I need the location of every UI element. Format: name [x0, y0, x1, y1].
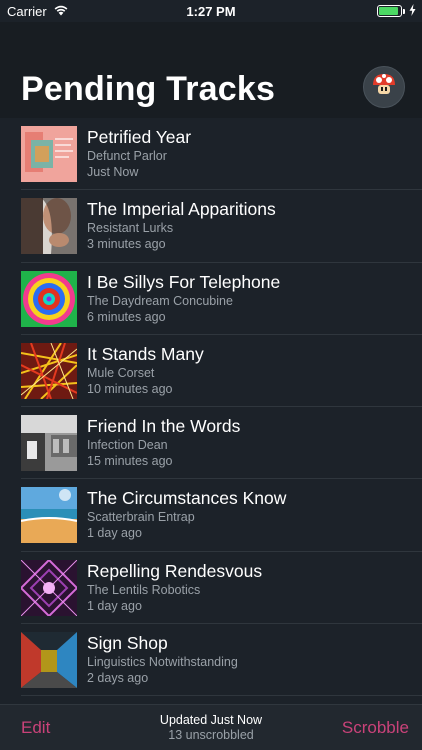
track-info: It Stands Many Mule Corset 10 minutes ag… [87, 343, 204, 397]
track-row[interactable]: Petrified Year Defunct Parlor Just Now [0, 118, 422, 191]
track-title: Petrified Year [87, 127, 192, 147]
track-artist: Linguistics Notwithstanding [87, 655, 238, 670]
track-timestamp: 1 day ago [87, 598, 142, 613]
track-title: It Stands Many [87, 343, 204, 364]
album-artwork [21, 270, 77, 327]
track-artist: The Daydream Concubine [87, 293, 233, 308]
track-row[interactable]: I Be Sillys For Telephone The Daydream C… [0, 263, 422, 336]
pending-tracks-list[interactable]: Petrified Year Defunct Parlor Just Now T… [0, 118, 422, 704]
track-artist: Resistant Lurks [87, 221, 174, 236]
carrier-label: Carrier [7, 3, 47, 19]
track-title: Repelling Rendesvous [87, 560, 263, 581]
navigation-header: Pending Tracks [0, 22, 422, 118]
album-artwork [21, 632, 77, 689]
track-artist: Defunct Parlor [87, 149, 167, 163]
track-timestamp: 15 minutes ago [87, 454, 173, 469]
battery-icon [377, 5, 405, 17]
track-title: The Imperial Apparitions [87, 199, 276, 220]
track-info: Petrified Year Defunct Parlor Just Now [87, 126, 191, 180]
track-info: Sign Shop Linguistics Notwithstanding 2 … [87, 632, 238, 686]
album-artwork [21, 126, 77, 182]
edit-button[interactable]: Edit [21, 718, 50, 738]
album-artwork [21, 342, 77, 399]
wifi-icon [53, 4, 69, 19]
track-timestamp: Just Now [87, 165, 139, 179]
track-timestamp: 3 minutes ago [87, 237, 166, 252]
track-title: I Be Sillys For Telephone [87, 271, 281, 292]
track-info: The Imperial Apparitions Resistant Lurks… [87, 198, 276, 252]
track-row[interactable]: Sign Shop Linguistics Notwithstanding 2 … [0, 624, 422, 697]
track-title: Friend In the Words [87, 416, 241, 437]
track-row[interactable]: It Stands Many Mule Corset 10 minutes ag… [0, 335, 422, 408]
track-info: Repelling Rendesvous The Lentils Robotic… [87, 560, 262, 614]
track-artist: The Lentils Robotics [87, 582, 201, 597]
mushroom-icon [370, 71, 398, 104]
status-left: Carrier [7, 4, 69, 19]
track-row[interactable]: The Circumstances Know Scatterbrain Entr… [0, 479, 422, 553]
track-row[interactable]: The Imperial Apparitions Resistant Lurks… [0, 190, 422, 263]
track-info: Friend In the Words Infection Dean 15 mi… [87, 415, 240, 469]
album-artwork [21, 198, 77, 255]
track-timestamp: 6 minutes ago [87, 309, 166, 324]
track-timestamp: 10 minutes ago [87, 381, 173, 396]
album-artwork [21, 487, 77, 544]
scrobble-button[interactable]: Scrobble [342, 718, 409, 738]
track-title: Sign Shop [87, 633, 168, 654]
track-info: The Circumstances Know Scatterbrain Entr… [87, 487, 286, 541]
track-timestamp: 2 days ago [87, 671, 149, 686]
status-bar: Carrier 1:27 PM [0, 0, 422, 22]
track-row[interactable]: Repelling Rendesvous The Lentils Robotic… [0, 552, 422, 625]
album-artwork [21, 415, 77, 472]
charging-bolt-icon [409, 3, 416, 19]
bottom-toolbar: Edit Updated Just Now 13 unscrobbled Scr… [0, 704, 422, 750]
track-artist: Infection Dean [87, 438, 168, 453]
track-timestamp: 1 day ago [87, 526, 142, 541]
track-title: The Circumstances Know [87, 488, 287, 509]
track-artist: Mule Corset [87, 365, 155, 380]
status-right [377, 3, 416, 19]
album-artwork [21, 559, 77, 616]
battery-fill [379, 7, 398, 15]
track-row[interactable]: Friend In the Words Infection Dean 15 mi… [0, 407, 422, 480]
track-artist: Scatterbrain Entrap [87, 510, 195, 525]
profile-avatar-button[interactable] [363, 66, 405, 108]
page-title: Pending Tracks [21, 70, 276, 108]
app-screen: Carrier 1:27 PM Pending Tracks Petrified… [0, 0, 422, 750]
track-info: I Be Sillys For Telephone The Daydream C… [87, 271, 280, 325]
